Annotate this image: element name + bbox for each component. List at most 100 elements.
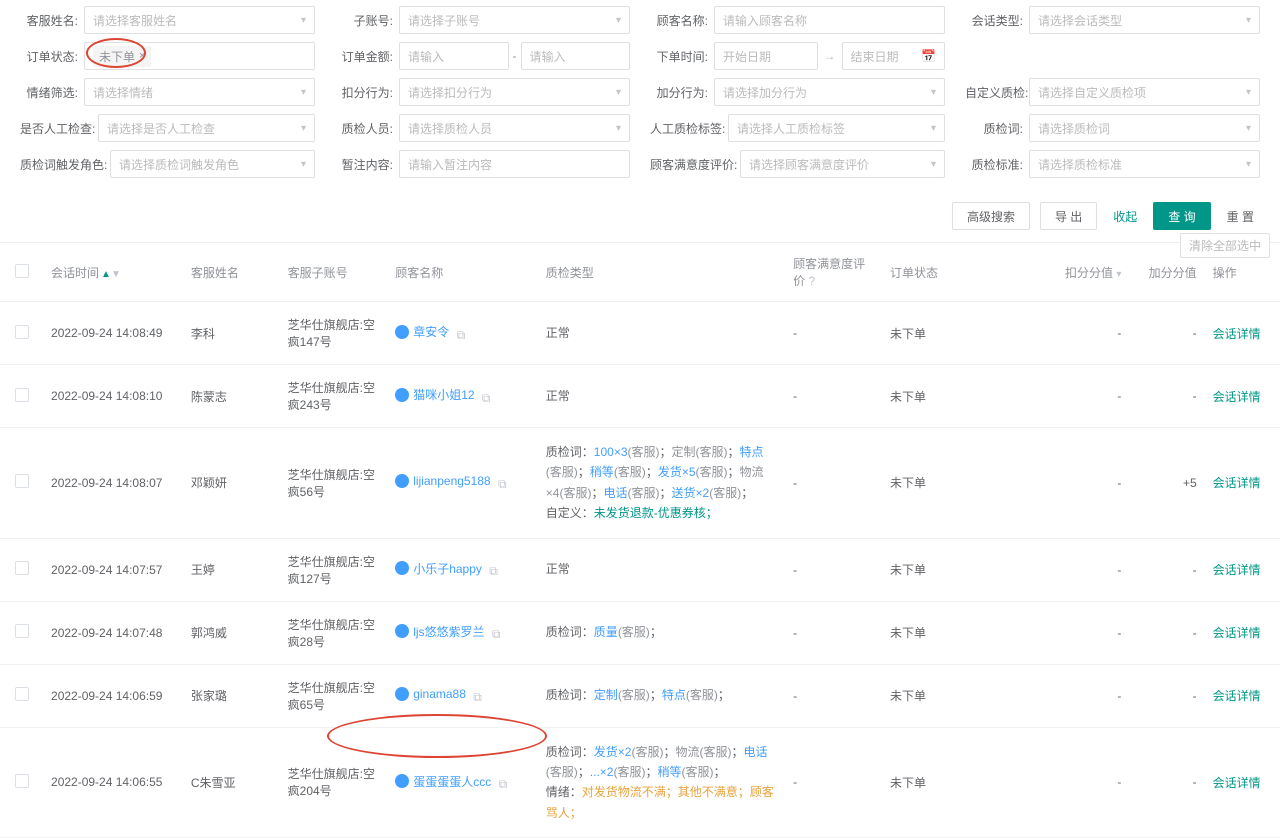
input-remark[interactable]: 请输入暂注内容 [399,150,630,178]
col-neg[interactable]: 扣分分值 ▾ [1043,243,1129,302]
checkbox-all[interactable] [15,264,29,278]
input-mood[interactable]: 请选择情绪▾ [84,78,315,106]
chevron-down-icon: ▾ [301,15,306,26]
input-qc-staff[interactable]: 请选择质检人员▾ [399,114,630,142]
row-checkbox[interactable] [15,388,29,402]
input-qc-standard[interactable]: 请选择质检标准▾ [1029,150,1260,178]
label-is-manual: 是否人工检查: [20,120,98,137]
input-amount-to[interactable]: 请输入 [521,42,631,70]
cell-neg: - [1043,302,1129,365]
detail-link[interactable]: 会话详情 [1213,327,1261,341]
cell-order: 未下单 [882,664,1043,727]
help-icon[interactable]: ? [809,274,816,288]
sort-icon[interactable]: ▲▼ [101,269,121,280]
table-row: 2022-09-24 14:08:49 李科 芝华仕旗舰店:空疯147号 章安令… [0,302,1280,365]
export-button[interactable]: 导 出 [1040,202,1097,230]
row-checkbox[interactable] [15,687,29,701]
customer-link[interactable]: 蛋蛋蛋蛋人ccc [395,773,491,790]
label-order-amount: 订单金额: [335,48,399,65]
detail-link[interactable]: 会话详情 [1213,776,1261,790]
detail-link[interactable]: 会话详情 [1213,626,1261,640]
detail-link[interactable]: 会话详情 [1213,476,1261,490]
cell-time: 2022-09-24 14:06:59 [43,664,183,727]
cell-time: 2022-09-24 14:07:57 [43,538,183,601]
customer-link[interactable]: 章安令 [395,323,449,340]
cell-sat: - [785,365,882,428]
tag-order-status[interactable]: 未下单× [93,46,151,67]
avatar-icon [395,474,409,488]
input-order-status[interactable]: 未下单× [84,42,315,70]
detail-link[interactable]: 会话详情 [1213,390,1261,404]
input-date-end[interactable]: 结束日期📅 [842,42,946,70]
reset-button[interactable]: 重 置 [1221,202,1260,230]
row-checkbox[interactable] [15,561,29,575]
advanced-search-button[interactable]: 高级搜索 [952,202,1030,230]
col-cust: 顾客名称 [387,243,538,302]
cell-sat: - [785,302,882,365]
input-agent-name[interactable]: 请选择客服姓名▾ [84,6,315,34]
cell-customer: lijianpeng5188 ⧉ [387,428,538,539]
input-sub-account[interactable]: 请选择子账号▾ [399,6,630,34]
cell-customer: 章安令 ⧉ [387,302,538,365]
cell-time: 2022-09-24 14:08:10 [43,365,183,428]
label-qc-staff: 质检人员: [335,120,399,137]
input-cust-name[interactable]: 请输入顾客名称 [714,6,945,34]
collapse-button[interactable]: 收起 [1107,202,1143,230]
close-icon[interactable]: × [139,50,145,62]
cell-sub: 芝华仕旗舰店:空疯28号 [280,601,388,664]
customer-link[interactable]: 猫咪小姐12 [395,386,474,403]
label-order-status: 订单状态: [20,48,84,65]
row-checkbox[interactable] [15,774,29,788]
result-table: 清除全部选中 会话时间▲▼ 客服姓名 客服子账号 顾客名称 质检类型 顾客满意度… [0,242,1280,838]
col-sat[interactable]: 顾客满意度评价 ? [785,243,882,302]
input-amount-from[interactable]: 请输入 [399,42,509,70]
cell-time: 2022-09-24 14:07:48 [43,601,183,664]
input-manual-tag[interactable]: 请选择人工质检标签▾ [728,114,945,142]
customer-link[interactable]: 小乐子happy [395,560,482,577]
customer-link[interactable]: lijianpeng5188 [395,474,490,488]
copy-icon[interactable]: ⧉ [482,391,491,405]
customer-link[interactable]: ginama88 [395,687,466,701]
col-qc: 质检类型 [538,243,785,302]
col-sub: 客服子账号 [280,243,388,302]
cell-time: 2022-09-24 14:08:49 [43,302,183,365]
action-row: 高级搜索 导 出 收起 查 询 重 置 [0,198,1280,242]
copy-icon[interactable]: ⧉ [489,564,498,578]
input-is-manual[interactable]: 请选择是否人工检查▾ [98,114,315,142]
detail-link[interactable]: 会话详情 [1213,689,1261,703]
copy-icon[interactable]: ⧉ [492,627,501,641]
col-agent: 客服姓名 [183,243,280,302]
cell-order: 未下单 [882,601,1043,664]
label-remark: 暂注内容: [335,156,399,173]
copy-icon[interactable]: ⧉ [457,328,466,342]
input-deduct[interactable]: 请选择扣分行为▾ [399,78,630,106]
avatar-icon [395,687,409,701]
copy-icon[interactable]: ⧉ [473,690,482,704]
label-trigger-role: 质检词触发角色: [20,156,110,173]
avatar-icon [395,624,409,638]
detail-link[interactable]: 会话详情 [1213,563,1261,577]
input-satisfaction[interactable]: 请选择顾客满意度评价▾ [740,150,945,178]
clear-selection-button[interactable]: 清除全部选中 [1180,233,1270,258]
cell-sub: 芝华仕旗舰店:空疯65号 [280,664,388,727]
customer-link[interactable]: ljs悠悠紫罗兰 [395,623,484,640]
input-custom-qc[interactable]: 请选择自定义质检项▾ [1029,78,1260,106]
copy-icon[interactable]: ⧉ [498,477,507,491]
chevron-down-icon: ▾ [616,15,621,26]
copy-icon[interactable]: ⧉ [499,777,508,791]
query-button[interactable]: 查 询 [1153,202,1210,230]
input-add[interactable]: 请选择加分行为▾ [714,78,945,106]
input-trigger-role[interactable]: 请选择质检词触发角色▾ [110,150,315,178]
row-checkbox[interactable] [15,474,29,488]
cell-pos: - [1129,302,1204,365]
cell-agent: C朱雪亚 [183,727,280,838]
cell-order: 未下单 [882,365,1043,428]
range-dash: - [513,49,517,63]
input-session-type[interactable]: 请选择会话类型▾ [1029,6,1260,34]
input-qc-keyword[interactable]: 请选择质检词▾ [1029,114,1260,142]
row-checkbox[interactable] [15,325,29,339]
input-date-start[interactable]: 开始日期 [714,42,818,70]
label-manual-tag: 人工质检标签: [650,120,728,137]
col-time[interactable]: 会话时间▲▼ [43,243,183,302]
label-satisfaction: 顾客满意度评价: [650,156,740,173]
